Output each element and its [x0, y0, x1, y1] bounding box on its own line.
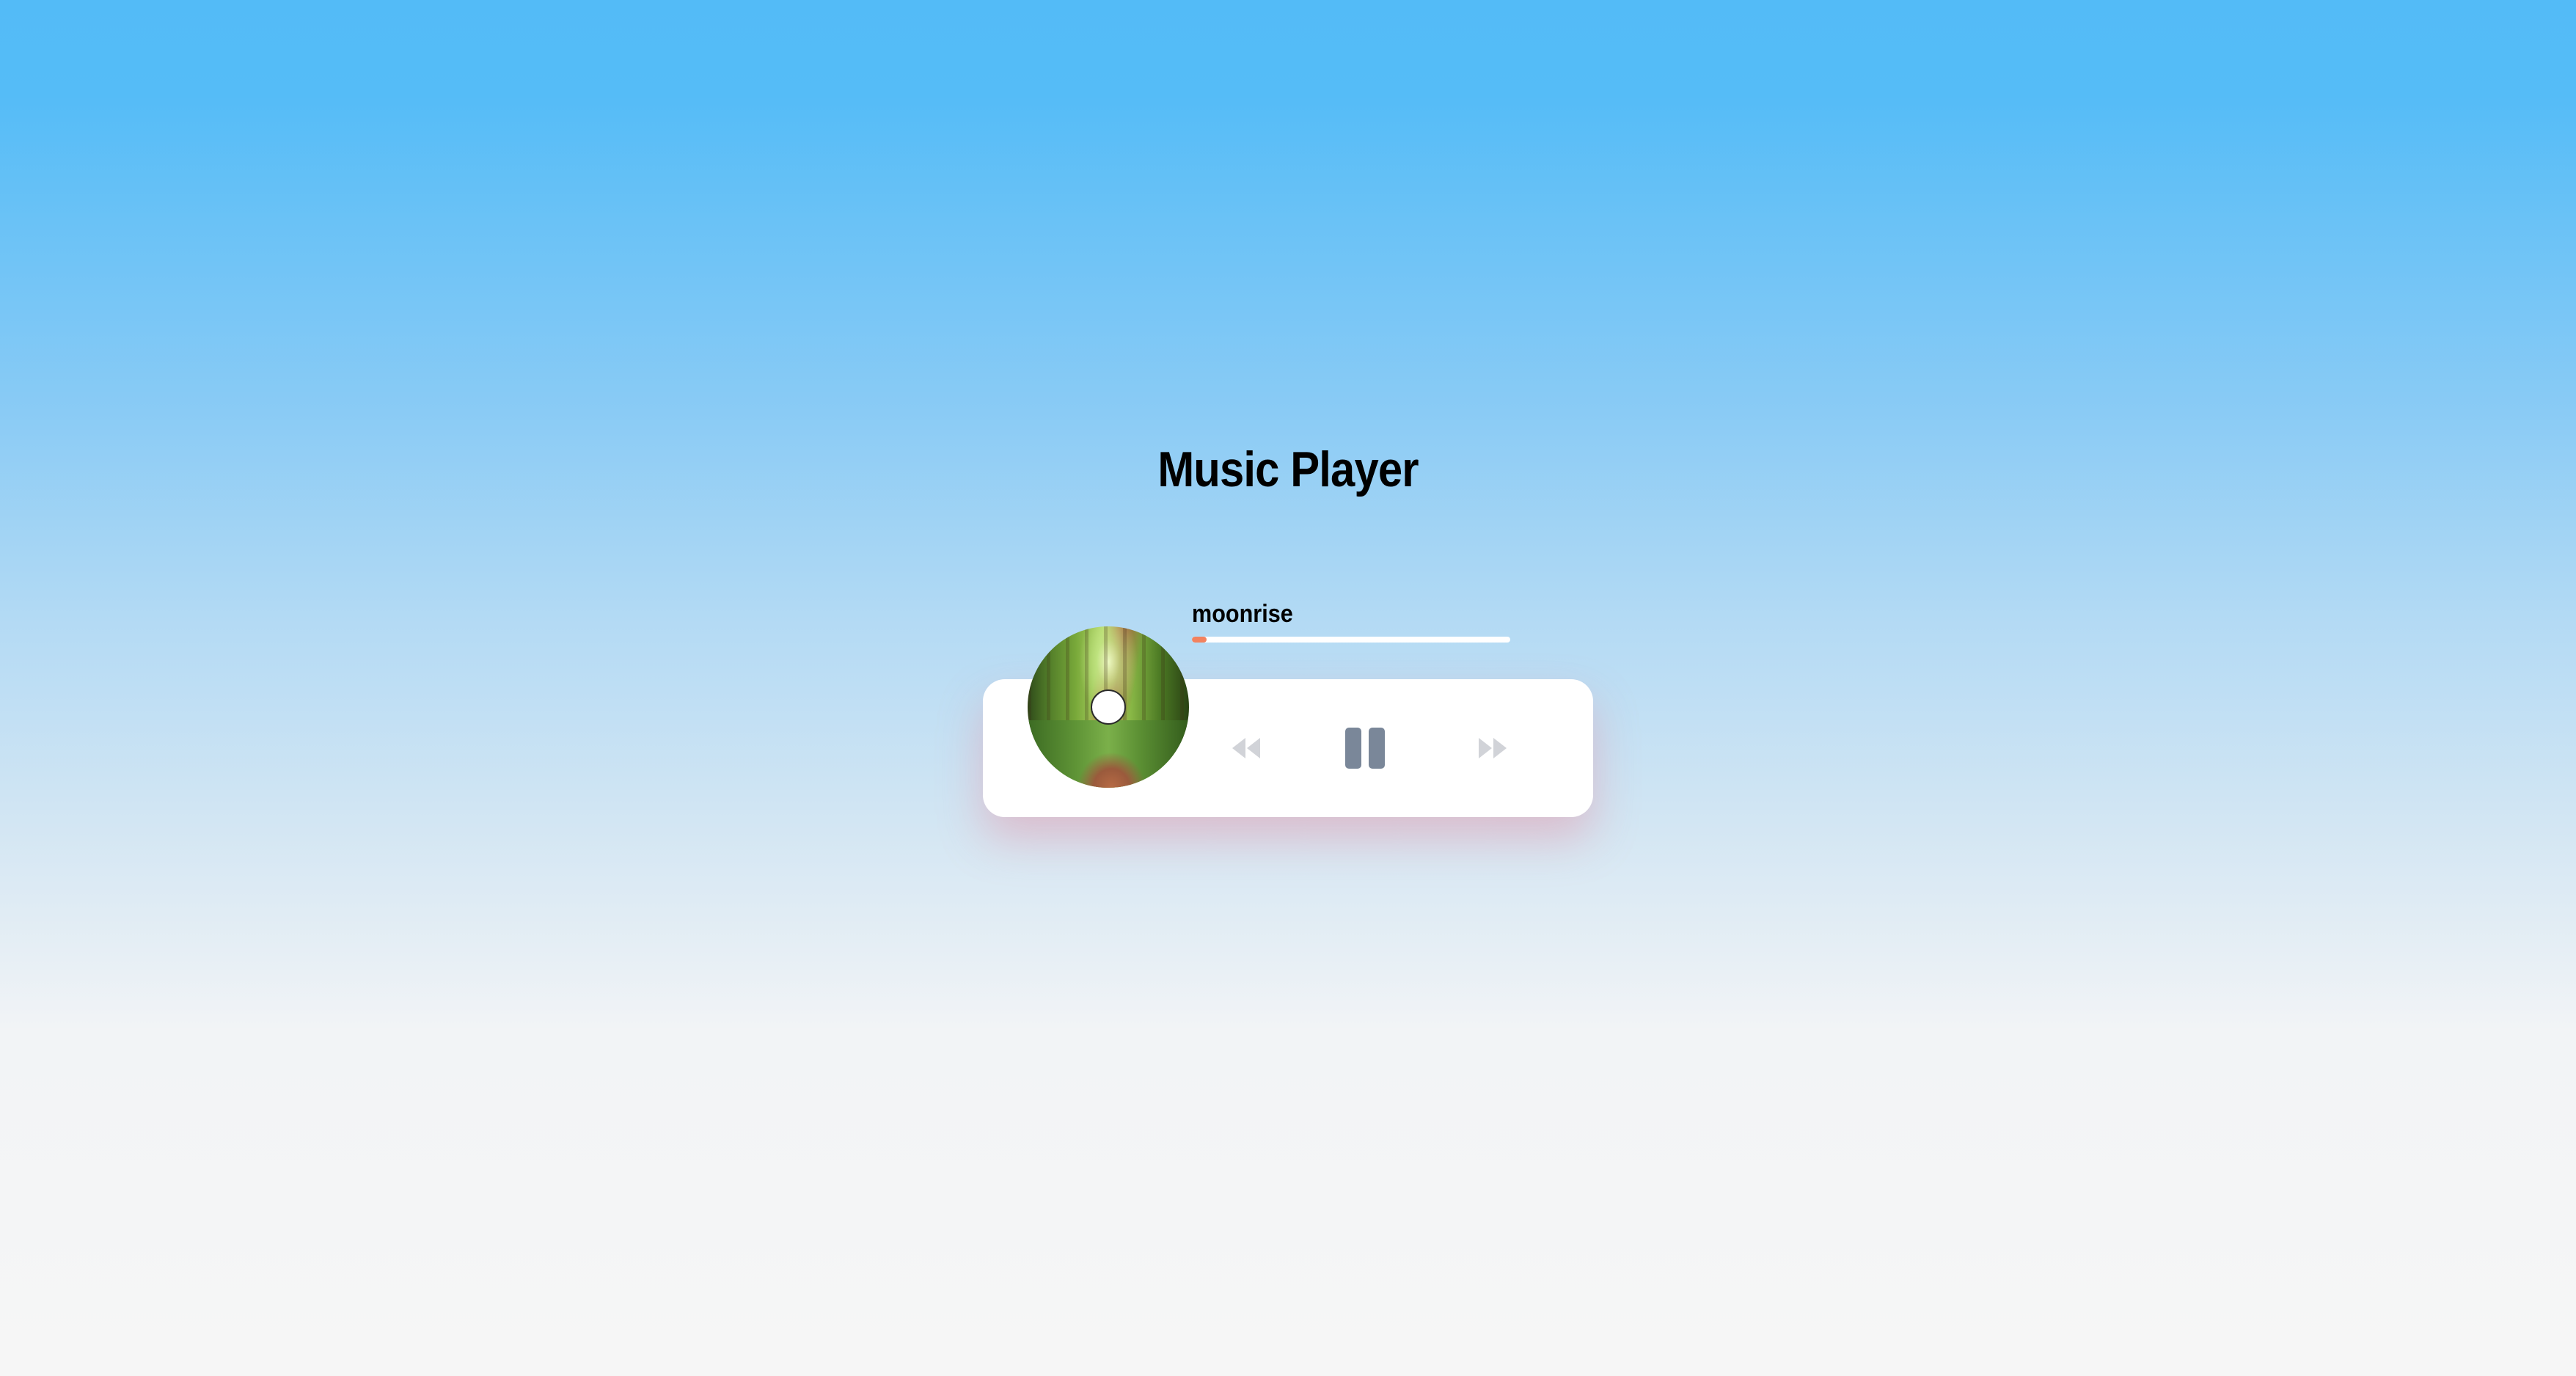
album-art-disc [1028, 626, 1189, 788]
player-card [983, 626, 1593, 817]
page-title: Music Player [1157, 442, 1419, 497]
track-title: moonrise [1192, 600, 1293, 628]
forward-icon [1479, 738, 1507, 758]
progress-bar[interactable] [1192, 637, 1510, 643]
next-track-button[interactable] [1474, 731, 1510, 766]
forest-path [1028, 720, 1189, 788]
progress-fill [1192, 637, 1207, 643]
previous-track-button[interactable] [1229, 731, 1265, 766]
track-info: moonrise [1192, 599, 1573, 672]
pause-icon [1345, 728, 1385, 769]
play-pause-button[interactable] [1344, 726, 1388, 770]
music-player: moonrise [983, 600, 1593, 817]
backward-icon [1232, 738, 1260, 758]
disc-center-hole [1091, 689, 1126, 725]
